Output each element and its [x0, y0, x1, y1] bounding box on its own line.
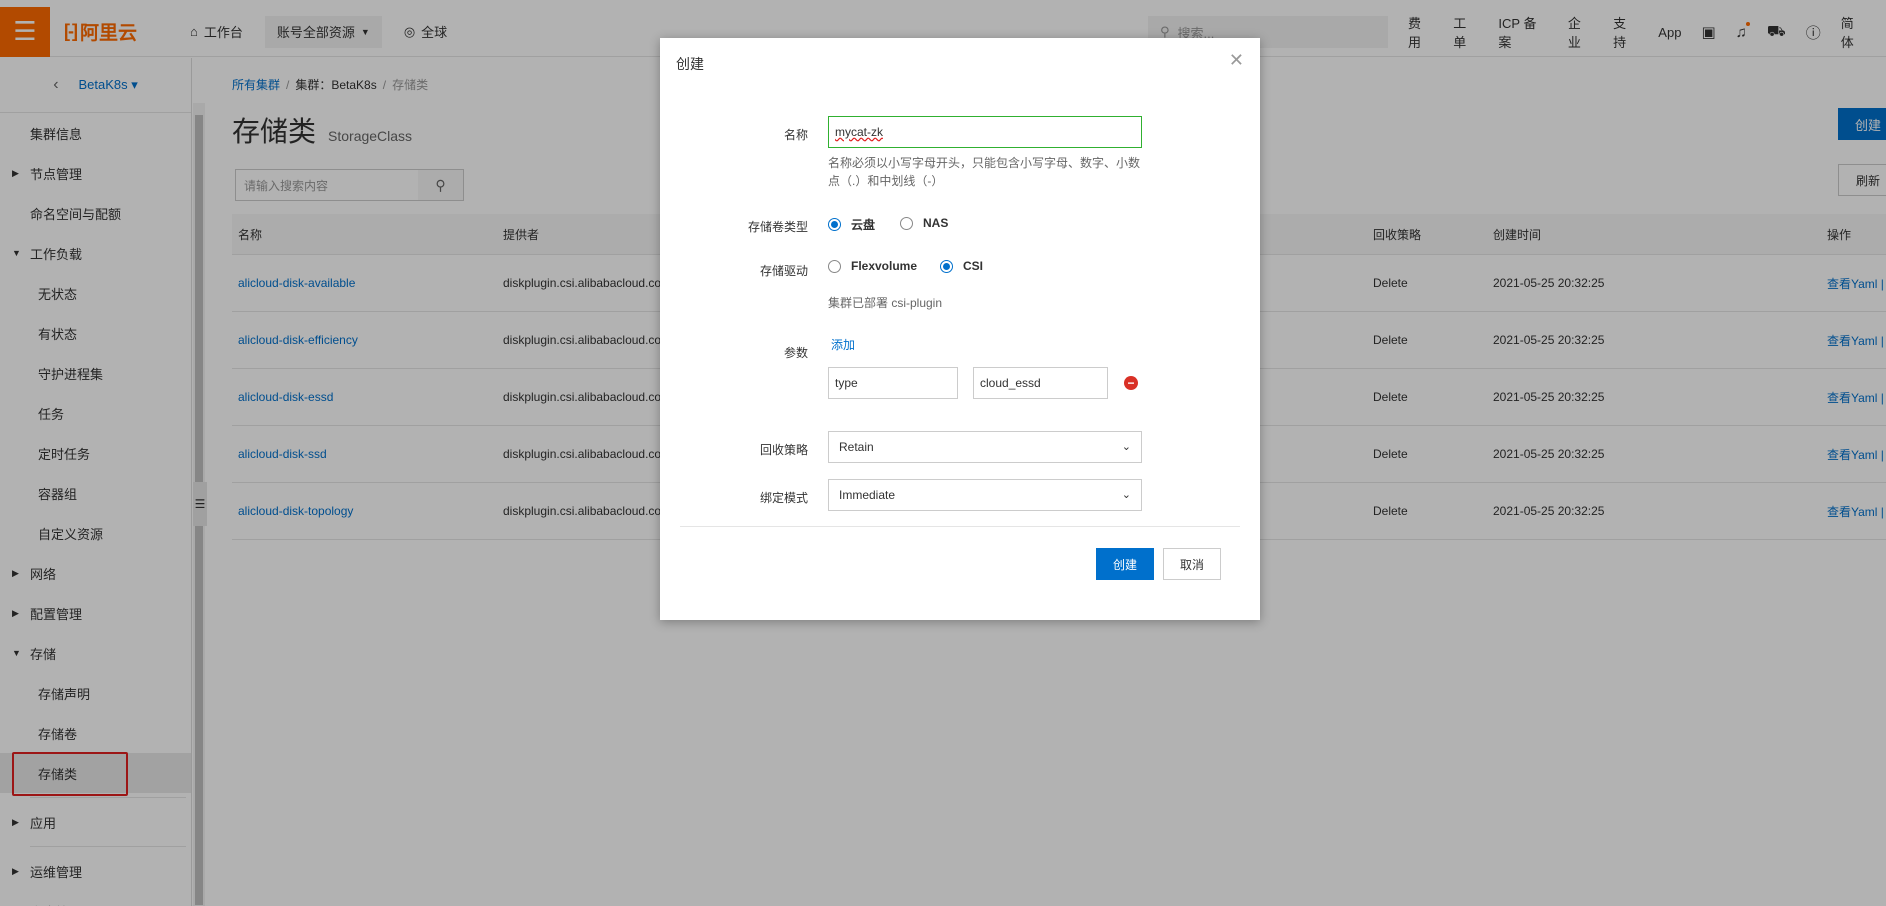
dialog-title: 创建	[676, 56, 704, 72]
radio-unchecked-icon	[828, 259, 841, 273]
name-hint: 名称必须以小写字母开头，只能包含小写字母、数字、小数点（.）和中划线（-）	[828, 156, 1141, 188]
driver-flexvolume-radio[interactable]: Flexvolume	[828, 259, 917, 273]
reclaim-policy-select[interactable]: Retain ⌄	[828, 431, 1142, 463]
chevron-down-icon: ⌄	[1121, 489, 1131, 501]
driver-note: 集群已部署 csi-plugin	[828, 296, 943, 310]
params-label: 参数	[783, 346, 808, 360]
param-value-input[interactable]: cloud_essd	[973, 367, 1108, 399]
reclaim-policy-value: Retain	[839, 440, 874, 454]
chevron-down-icon: ⌄	[1121, 441, 1131, 453]
radio-unchecked-icon	[900, 216, 913, 230]
driver-csi-radio[interactable]: CSI	[940, 259, 983, 273]
remove-param-icon[interactable]: −	[1124, 376, 1138, 390]
volume-type-label: 存储卷类型	[747, 220, 808, 234]
close-icon[interactable]: ✕	[1229, 50, 1244, 71]
name-label: 名称	[783, 128, 808, 142]
driver-flexvolume-label: Flexvolume	[851, 259, 918, 273]
volume-type-disk-label: 云盘	[851, 218, 876, 232]
param-value-value: cloud_essd	[980, 376, 1041, 390]
radio-checked-icon	[940, 259, 953, 273]
volume-type-nas-radio[interactable]: NAS	[900, 216, 948, 230]
create-storageclass-dialog: 创建 ✕ 名称 mycat-zk 名称必须以小写字母开头，只能包含小写字母、数字…	[660, 38, 1260, 620]
binding-mode-select[interactable]: Immediate ⌄	[828, 479, 1142, 511]
confirm-create-button[interactable]: 创建	[1096, 548, 1154, 580]
driver-label: 存储驱动	[759, 264, 808, 278]
param-key-value: type	[835, 376, 858, 390]
binding-mode-value: Immediate	[839, 488, 896, 502]
param-key-input[interactable]: type	[828, 367, 958, 399]
binding-label: 绑定模式	[759, 491, 808, 505]
name-input-value: mycat-zk	[835, 125, 883, 139]
dialog-divider	[680, 526, 1240, 527]
reclaim-label: 回收策略	[759, 443, 808, 457]
volume-type-disk-radio[interactable]: 云盘	[828, 216, 875, 233]
driver-csi-label: CSI	[963, 259, 984, 273]
volume-type-nas-label: NAS	[923, 216, 949, 230]
name-input[interactable]: mycat-zk	[828, 116, 1142, 148]
radio-checked-icon	[828, 218, 841, 231]
cancel-button[interactable]: 取消	[1163, 548, 1221, 580]
add-param-link[interactable]: 添加	[831, 336, 855, 353]
